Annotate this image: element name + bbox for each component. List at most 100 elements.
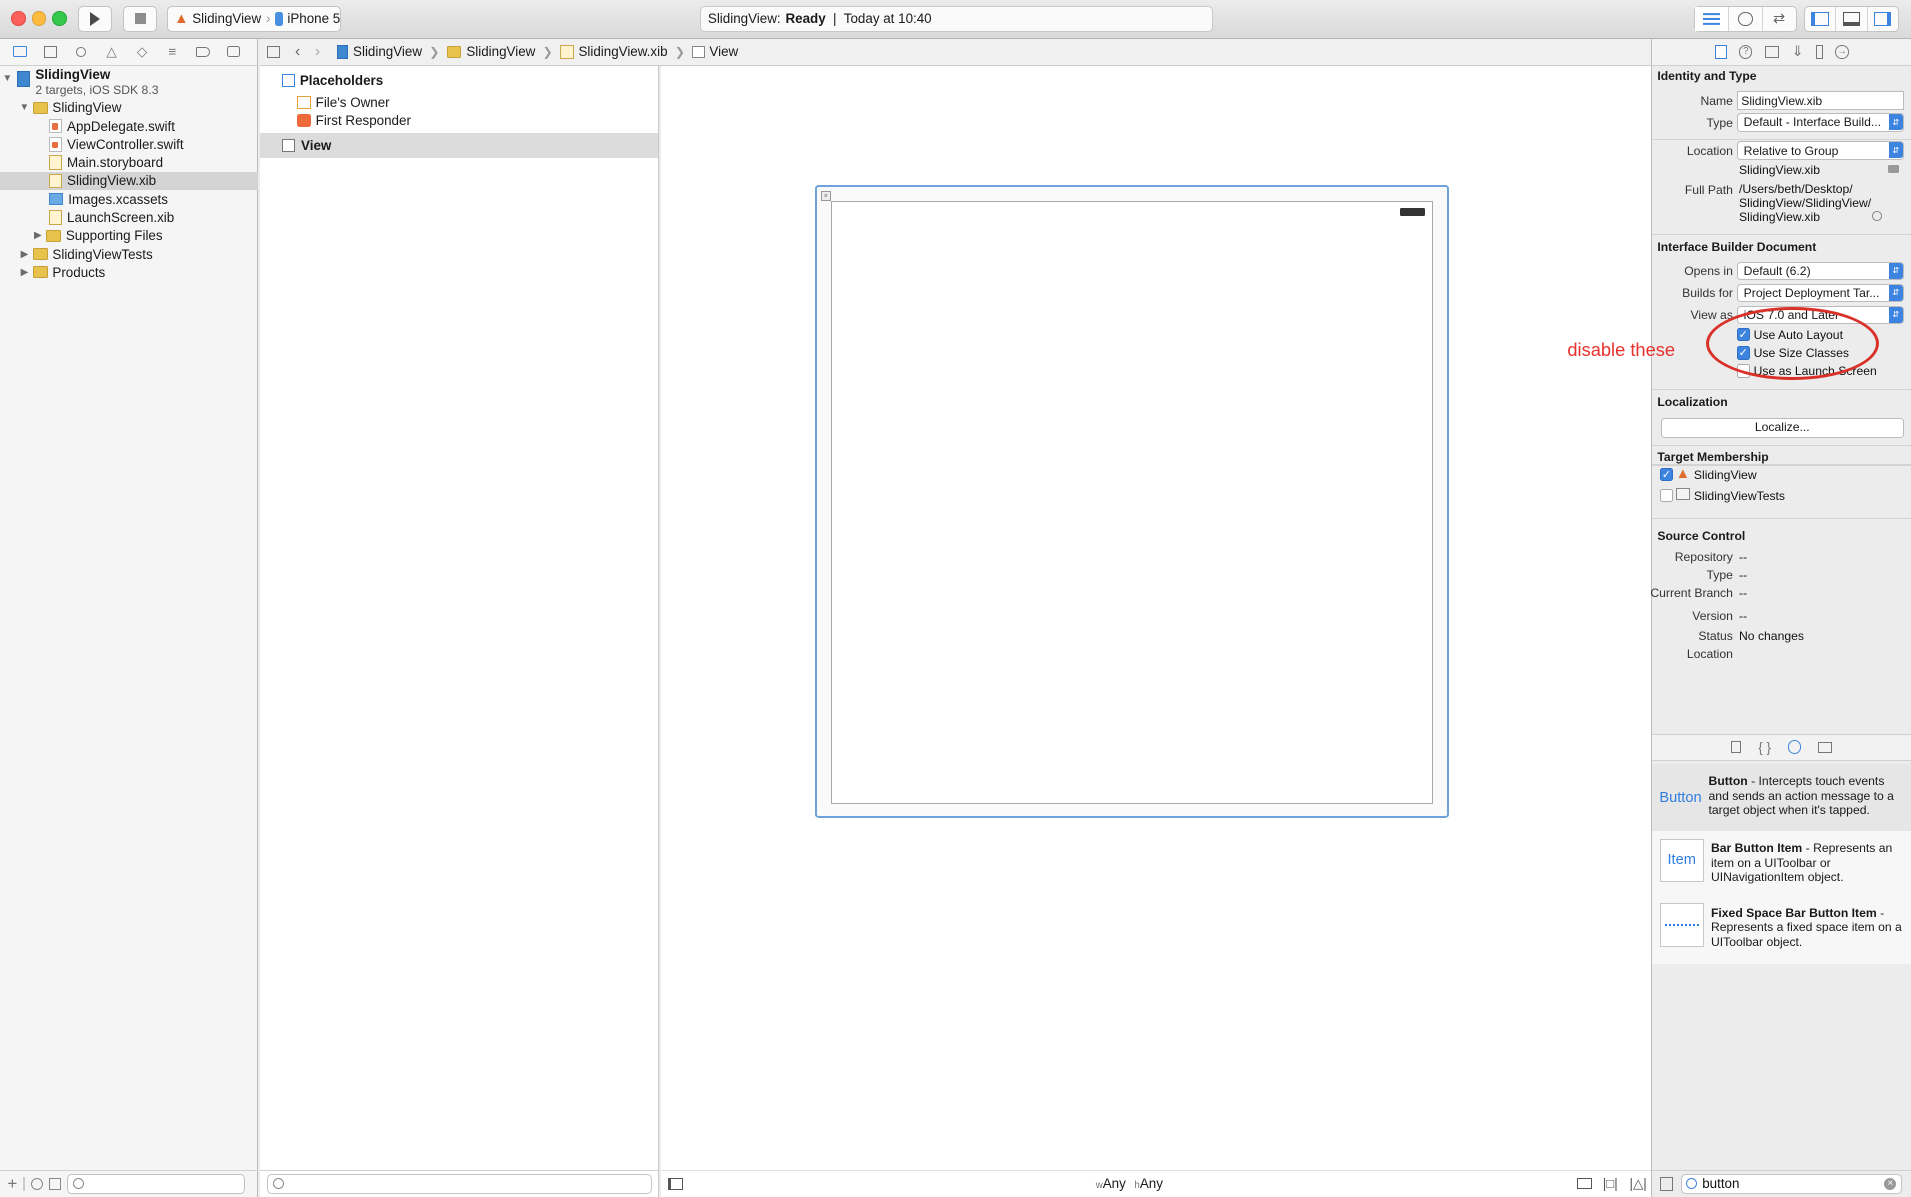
reveal-in-finder-icon[interactable] [1871, 210, 1882, 221]
outline-item[interactable]: File's Owner [260, 93, 659, 113]
target-checkbox[interactable] [1659, 488, 1674, 503]
search-icon[interactable] [72, 44, 90, 60]
tree-item-group[interactable]: ▶ Supporting Files [0, 227, 258, 245]
file-template-icon[interactable] [1731, 741, 1742, 754]
tree-item-label: SlidingView.xib [67, 173, 157, 189]
connections-inspector-icon[interactable]: → [1835, 45, 1849, 59]
location-file: SlidingView.xib [1739, 163, 1820, 178]
view-frame[interactable]: × [815, 185, 1450, 818]
align-icon[interactable] [1577, 1178, 1592, 1190]
breadcrumb-project[interactable]: SlidingView [337, 44, 422, 59]
object-library-icon[interactable] [1787, 740, 1802, 754]
minimize-window-button[interactable] [31, 10, 47, 26]
grid-view-icon[interactable] [1659, 1177, 1674, 1191]
disclosure-closed-icon[interactable]: ▶ [20, 249, 30, 260]
scheme-selector[interactable]: ▲ SlidingView › iPhone 5 [166, 6, 342, 32]
navigator-filter-field[interactable] [67, 1174, 246, 1194]
resolve-issues-icon[interactable]: |△| [1630, 1176, 1647, 1192]
disclosure-open-icon[interactable]: ▼ [20, 102, 30, 113]
breadcrumb-view[interactable]: View [692, 44, 738, 59]
outline-item-selected[interactable]: View [259, 132, 659, 159]
tree-item-file[interactable]: Images.xcassets [0, 190, 258, 208]
breakpoint-icon[interactable] [194, 44, 212, 60]
editor-mode-segmented[interactable]: ⇄ [1694, 6, 1797, 32]
run-button[interactable] [78, 6, 113, 32]
navigator-toggle-icon[interactable] [1805, 7, 1837, 31]
quick-help-icon[interactable]: ? [1739, 45, 1753, 59]
view-toggles-segmented[interactable] [1803, 6, 1899, 32]
symbol-icon[interactable] [41, 44, 59, 60]
tree-item-group[interactable]: ▼ SlidingView [0, 99, 258, 117]
assistant-editor-icon[interactable] [1729, 7, 1763, 31]
tree-item-file[interactable]: AppDelegate.swift [0, 117, 258, 135]
chevron-right-icon: › [266, 11, 271, 27]
outline-item[interactable]: First Responder [260, 111, 659, 131]
identity-inspector-icon[interactable] [1764, 45, 1780, 58]
tree-item-file-selected[interactable]: SlidingView.xib [0, 171, 259, 191]
back-arrow-icon[interactable]: ‹ [295, 43, 300, 61]
add-icon[interactable]: + [7, 1174, 17, 1194]
size-inspector-icon[interactable] [1815, 44, 1824, 60]
outline-filter-field[interactable] [266, 1174, 653, 1194]
project-root[interactable]: ▼ SlidingView 2 targets, iOS SDK 8.3 [0, 67, 258, 100]
attributes-inspector-icon[interactable]: ⇓ [1791, 43, 1803, 60]
tree-item-label: Main.storyboard [67, 155, 164, 171]
stop-button[interactable] [123, 6, 158, 32]
log-icon[interactable] [224, 44, 242, 60]
target-checkbox[interactable]: ✓ [1659, 468, 1674, 482]
tree-item-label: AppDelegate.swift [67, 118, 175, 134]
close-window-button[interactable] [10, 10, 26, 26]
debug-area-toggle-icon[interactable] [1836, 7, 1868, 31]
file-inspector-icon[interactable] [1714, 44, 1727, 60]
tree-item-group[interactable]: ▶ SlidingViewTests [0, 245, 258, 263]
tree-item-file[interactable]: LaunchScreen.xib [0, 208, 258, 226]
version-editor-icon[interactable]: ⇄ [1763, 7, 1796, 31]
folder-icon[interactable] [11, 44, 29, 60]
size-class-w-value: Any [1102, 1176, 1126, 1192]
clear-search-icon[interactable]: × [1884, 1177, 1897, 1190]
debug-icon[interactable]: ≡ [163, 44, 181, 60]
library-item[interactable]: Fixed Space Bar Button Item - Represents… [1652, 895, 1911, 965]
tree-item-label: Images.xcassets [68, 191, 168, 207]
library-search-field[interactable]: button × [1680, 1174, 1903, 1194]
disclosure-open-icon[interactable]: ▼ [2, 73, 12, 84]
outline-toggle-icon[interactable] [667, 1177, 683, 1191]
location-popup[interactable]: Relative to Group ⇵ [1736, 141, 1904, 160]
breadcrumb-file[interactable]: SlidingView.xib [560, 44, 668, 59]
breadcrumb-folder[interactable]: SlidingView [446, 44, 535, 59]
battery-icon [1400, 207, 1425, 217]
localize-button[interactable]: Localize... [1661, 418, 1904, 438]
divider [1652, 444, 1911, 447]
warning-icon[interactable]: △ [102, 44, 120, 60]
interface-builder-canvas[interactable]: × wAny hAny |□| |△| [660, 65, 1652, 1197]
utilities-toggle-icon[interactable] [1868, 7, 1898, 31]
library-item[interactable]: Button Button - Intercepts touch events … [1652, 764, 1911, 833]
code-snippet-icon[interactable]: { } [1758, 740, 1771, 755]
name-field[interactable]: SlidingView.xib [1736, 91, 1904, 110]
tree-item-group[interactable]: ▶ Products [0, 263, 258, 281]
forward-arrow-icon[interactable]: › [315, 43, 320, 61]
media-library-icon[interactable] [1818, 741, 1832, 753]
tree-item-file[interactable]: ViewController.swift [0, 135, 258, 153]
pin-icon[interactable]: |□| [1603, 1176, 1618, 1191]
builds-for-popup[interactable]: Project Deployment Tar... ⇵ [1736, 283, 1904, 303]
reveal-folder-icon[interactable] [1887, 164, 1899, 174]
library-item[interactable]: Item Bar Button Item - Represents an ite… [1652, 831, 1911, 900]
size-class-control[interactable]: wAny hAny [1096, 1176, 1163, 1191]
disclosure-closed-icon[interactable]: ▶ [20, 267, 30, 278]
standard-editor-icon[interactable] [1695, 7, 1729, 31]
zoom-window-button[interactable] [52, 10, 68, 26]
related-items-icon[interactable] [266, 45, 281, 58]
close-view-icon[interactable]: × [821, 190, 831, 201]
tree-item-file[interactable]: Main.storyboard [0, 154, 258, 172]
recent-files-icon[interactable] [30, 1177, 43, 1191]
view-content[interactable] [830, 200, 1433, 804]
test-icon[interactable]: ◇ [133, 44, 151, 60]
fullpath-line: SlidingView/SlidingView/ [1739, 196, 1872, 211]
disclosure-closed-icon[interactable]: ▶ [33, 230, 43, 241]
type-popup[interactable]: Default - Interface Build... ⇵ [1736, 113, 1904, 132]
outline-placeholders-header[interactable]: Placeholders [260, 71, 659, 91]
source-control-section-title: Source Control [1657, 528, 1746, 543]
opens-in-popup[interactable]: Default (6.2) ⇵ [1736, 262, 1904, 281]
scm-filter-icon[interactable] [48, 1177, 62, 1191]
